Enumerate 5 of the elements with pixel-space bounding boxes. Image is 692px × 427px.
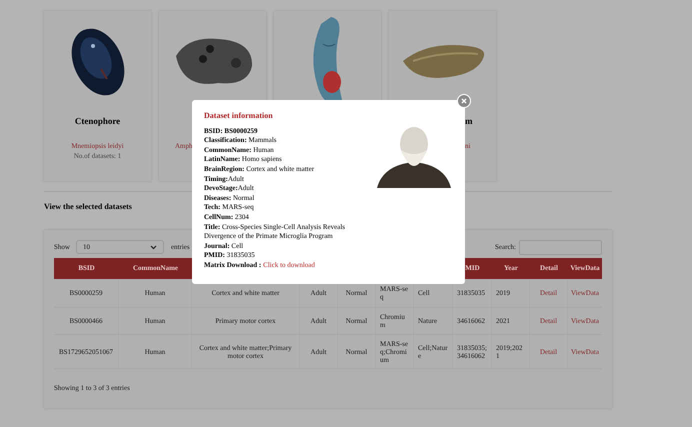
section-title: View the selected datasets — [44, 201, 132, 213]
card-title: m — [465, 115, 472, 128]
close-icon — [461, 98, 467, 104]
chevron-down-icon — [150, 244, 157, 250]
card-title: Ctenophore — [74, 115, 120, 128]
